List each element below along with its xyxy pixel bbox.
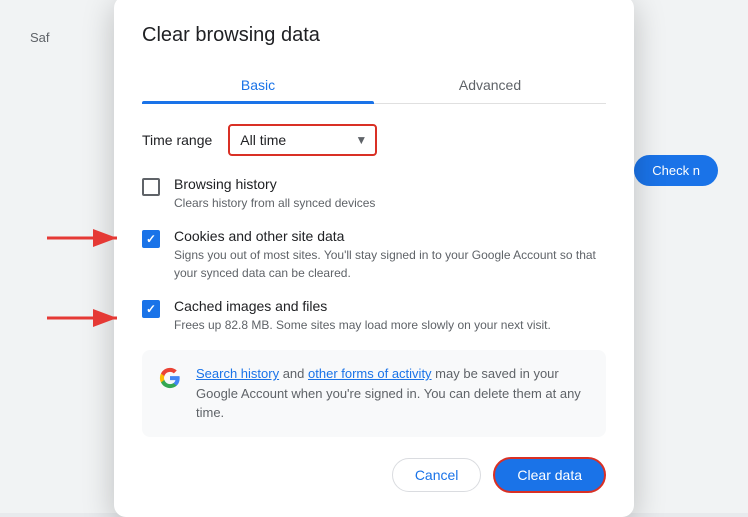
cached-desc: Frees up 82.8 MB. Some sites may load mo… <box>174 316 606 334</box>
google-g-icon <box>158 366 182 390</box>
info-and-text: and <box>279 366 308 381</box>
bg-content: Saf <box>30 30 50 45</box>
clear-data-button[interactable]: Clear data <box>493 457 606 493</box>
info-box-text: Search history and other forms of activi… <box>196 364 590 423</box>
other-activity-link[interactable]: other forms of activity <box>308 366 432 381</box>
modal-footer: Cancel Clear data <box>142 457 606 493</box>
cached-checkbox[interactable] <box>142 300 160 318</box>
tab-advanced[interactable]: Advanced <box>374 67 606 103</box>
time-range-select-wrapper[interactable]: All time Last hour Last 24 hours Last 7 … <box>228 124 377 156</box>
bg-check-button[interactable]: Check n <box>634 155 718 186</box>
browsing-history-title: Browsing history <box>174 176 606 192</box>
search-history-link[interactable]: Search history <box>196 366 279 381</box>
cancel-button[interactable]: Cancel <box>392 458 482 492</box>
tab-basic[interactable]: Basic <box>142 67 374 103</box>
bg-safe-text: Saf <box>30 30 50 45</box>
google-info-box: Search history and other forms of activi… <box>142 350 606 437</box>
cookies-desc: Signs you out of most sites. You'll stay… <box>174 246 606 282</box>
cached-title: Cached images and files <box>174 298 606 314</box>
time-range-select[interactable]: All time Last hour Last 24 hours Last 7 … <box>240 132 345 148</box>
browsing-history-desc: Clears history from all synced devices <box>174 194 606 212</box>
cached-item: Cached images and files Frees up 82.8 MB… <box>142 298 606 334</box>
clear-browsing-data-dialog: Clear browsing data Basic Advanced Time … <box>114 0 634 517</box>
modal-title: Clear browsing data <box>142 24 606 47</box>
time-range-row: Time range All time Last hour Last 24 ho… <box>142 124 606 156</box>
cookies-checkbox[interactable] <box>142 230 160 248</box>
tabs-container: Basic Advanced <box>142 67 606 104</box>
cookies-title: Cookies and other site data <box>174 228 606 244</box>
browsing-history-item: Browsing history Clears history from all… <box>142 176 606 212</box>
time-range-label: Time range <box>142 132 212 148</box>
browsing-history-checkbox[interactable] <box>142 178 160 196</box>
select-arrow-icon: ▼ <box>355 133 367 147</box>
cookies-item: Cookies and other site data Signs you ou… <box>142 228 606 282</box>
